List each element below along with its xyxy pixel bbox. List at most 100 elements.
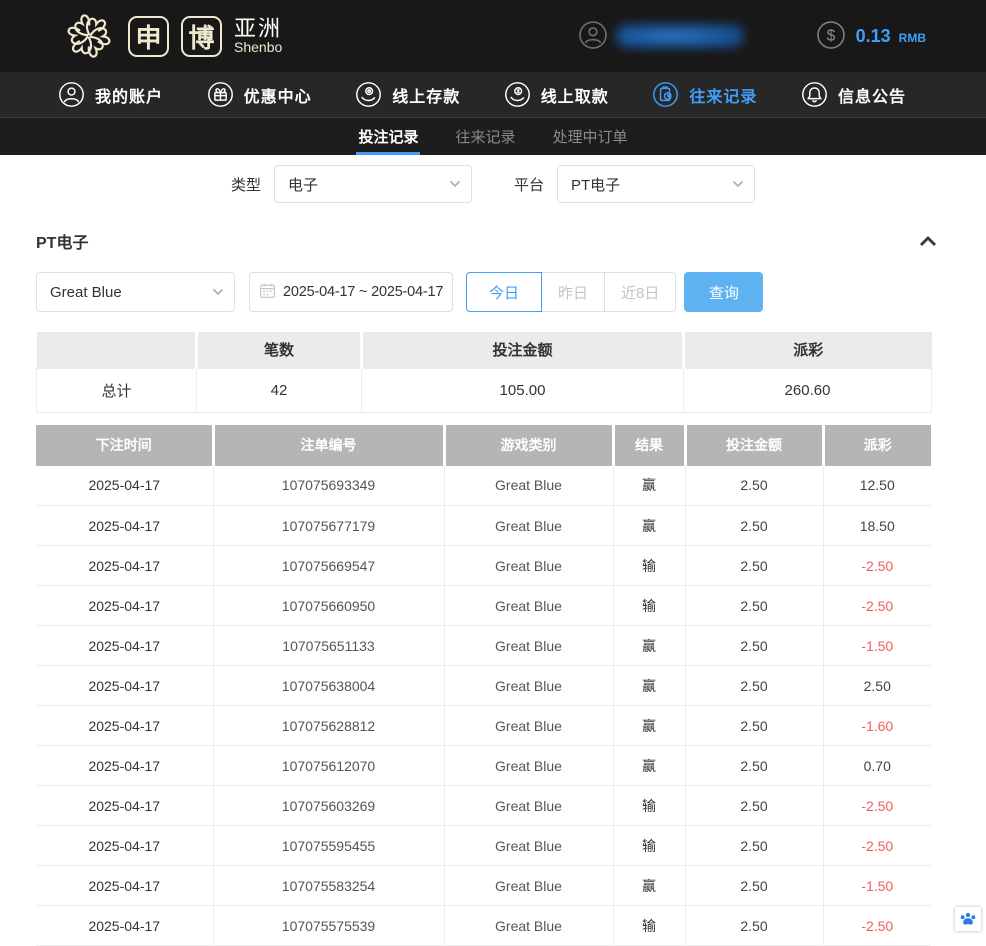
cell-bet-amount: 2.50 xyxy=(685,626,823,666)
nav-item-label: 线上取款 xyxy=(541,83,609,107)
cell-game-type: Great Blue xyxy=(444,546,613,586)
nav-item-gift[interactable]: 优惠中心 xyxy=(207,81,312,108)
cell-payout: -1.50 xyxy=(823,866,931,906)
cell-game-type: Great Blue xyxy=(444,866,613,906)
range-button-group: 今日昨日近8日 xyxy=(466,272,676,312)
cell-bet-amount: 2.50 xyxy=(685,826,823,866)
cell-result: 赢 xyxy=(613,706,685,746)
bell-icon xyxy=(801,81,828,108)
table-row: 2025-04-17107075660950Great Blue输2.50-2.… xyxy=(36,586,931,626)
logo-latin-text: Shenbo xyxy=(234,40,282,55)
cell-payout: -2.50 xyxy=(823,546,931,586)
date-range-picker[interactable]: 2025-04-17 ~ 2025-04-17 xyxy=(249,272,453,312)
records-column-header: 游戏类别 xyxy=(444,425,613,466)
nav-item-user[interactable]: 我的账户 xyxy=(58,81,163,108)
paw-icon xyxy=(959,911,977,927)
gift-icon xyxy=(207,81,234,108)
cell-result: 赢 xyxy=(613,666,685,706)
cell-order-id: 107075583254 xyxy=(213,866,444,906)
filter-row: 类型 电子 平台 PT电子 xyxy=(0,165,986,203)
cell-bet-amount: 2.50 xyxy=(685,746,823,786)
cell-game-type: Great Blue xyxy=(444,786,613,826)
platform-select[interactable]: PT电子 xyxy=(557,165,755,203)
nav-item-deposit[interactable]: 线上存款 xyxy=(355,81,460,108)
summary-header-blank xyxy=(37,332,197,368)
cell-bet-time: 2025-04-17 xyxy=(36,786,213,826)
records-header-row: 下注时间注单编号游戏类别结果投注金额派彩 xyxy=(36,425,931,466)
cell-order-id: 107075603269 xyxy=(213,786,444,826)
records-icon xyxy=(652,81,679,108)
cell-bet-time: 2025-04-17 xyxy=(36,706,213,746)
cell-payout: 0.70 xyxy=(823,746,931,786)
type-filter-label: 类型 xyxy=(231,174,261,195)
summary-header-count: 笔数 xyxy=(197,332,362,368)
records-column-header: 下注时间 xyxy=(36,425,213,466)
chevron-down-icon xyxy=(212,286,224,298)
cell-game-type: Great Blue xyxy=(444,666,613,706)
cell-result: 输 xyxy=(613,786,685,826)
cell-order-id: 107075677179 xyxy=(213,506,444,546)
cell-order-id: 107075595455 xyxy=(213,826,444,866)
query-button[interactable]: 查询 xyxy=(684,272,763,312)
table-row: 2025-04-17107075575539Great Blue输2.50-2.… xyxy=(36,906,931,946)
cell-game-type: Great Blue xyxy=(444,626,613,666)
cell-bet-time: 2025-04-17 xyxy=(36,586,213,626)
cell-bet-time: 2025-04-17 xyxy=(36,506,213,546)
cell-payout: -2.50 xyxy=(823,906,931,946)
type-select[interactable]: 电子 xyxy=(274,165,472,203)
cell-payout: -2.50 xyxy=(823,786,931,826)
type-select-value: 电子 xyxy=(288,174,318,195)
nav-item-bell[interactable]: 信息公告 xyxy=(801,81,906,108)
cell-order-id: 107075669547 xyxy=(213,546,444,586)
nav-item-withdraw[interactable]: 线上取款 xyxy=(504,81,609,108)
nav-item-label: 我的账户 xyxy=(95,83,163,107)
chevron-up-icon xyxy=(918,234,938,248)
tab-2[interactable]: 处理中订单 xyxy=(551,118,630,155)
main-nav: 我的账户 优惠中心 线上存款 线上取款 往来记录 信息公告 xyxy=(0,72,986,117)
cell-result: 输 xyxy=(613,906,685,946)
cell-order-id: 107075693349 xyxy=(213,466,444,506)
cell-payout: -1.50 xyxy=(823,626,931,666)
range-button-1[interactable]: 昨日 xyxy=(541,272,605,312)
user-avatar-icon xyxy=(578,20,608,53)
cell-bet-amount: 2.50 xyxy=(685,786,823,826)
nav-item-records[interactable]: 往来记录 xyxy=(652,81,757,108)
user-account-chip[interactable] xyxy=(578,20,744,53)
balance-currency: RMB xyxy=(899,31,926,45)
flower-logo-icon xyxy=(58,7,120,65)
cell-game-type: Great Blue xyxy=(444,466,613,506)
chevron-down-icon xyxy=(449,178,461,190)
table-row: 2025-04-17107075693349Great Blue赢2.5012.… xyxy=(36,466,931,506)
sub-nav: 投注记录往来记录处理中订单 xyxy=(0,117,986,155)
summary-header-payout: 派彩 xyxy=(684,332,932,368)
collapse-section-button[interactable] xyxy=(906,232,950,250)
logo-region-text: 亚洲 xyxy=(234,17,282,40)
tab-1[interactable]: 往来记录 xyxy=(453,118,517,155)
records-column-header: 结果 xyxy=(613,425,685,466)
cell-payout: 12.50 xyxy=(823,466,931,506)
summary-header-bet: 投注金额 xyxy=(362,332,684,368)
logo-char-bo: 博 xyxy=(181,16,222,57)
table-row: 2025-04-17107075612070Great Blue赢2.500.7… xyxy=(36,746,931,786)
summary-total-row: 总计 42 105.00 260.60 xyxy=(37,368,932,412)
table-row: 2025-04-17107075603269Great Blue输2.50-2.… xyxy=(36,786,931,826)
game-select[interactable]: Great Blue xyxy=(36,272,235,312)
cell-bet-amount: 2.50 xyxy=(685,506,823,546)
summary-table: 笔数 投注金额 派彩 总计 42 105.00 260.60 xyxy=(36,332,932,413)
cell-bet-amount: 2.50 xyxy=(685,546,823,586)
summary-header-row: 笔数 投注金额 派彩 xyxy=(37,332,932,368)
range-button-2[interactable]: 近8日 xyxy=(604,272,676,312)
tab-0[interactable]: 投注记录 xyxy=(356,118,420,155)
cell-payout: -1.60 xyxy=(823,706,931,746)
summary-payout-value: 260.60 xyxy=(684,368,932,412)
nav-item-label: 优惠中心 xyxy=(244,83,312,107)
logo-char-shen: 申 xyxy=(128,16,169,57)
range-button-0[interactable]: 今日 xyxy=(466,272,542,312)
table-row: 2025-04-17107075669547Great Blue输2.50-2.… xyxy=(36,546,931,586)
deposit-icon xyxy=(355,81,382,108)
browser-helper-button[interactable] xyxy=(955,907,981,931)
cell-game-type: Great Blue xyxy=(444,706,613,746)
site-logo[interactable]: 申 博 亚洲 Shenbo xyxy=(58,7,282,65)
section-title: PT电子 xyxy=(36,229,88,253)
username-redacted xyxy=(616,24,744,48)
